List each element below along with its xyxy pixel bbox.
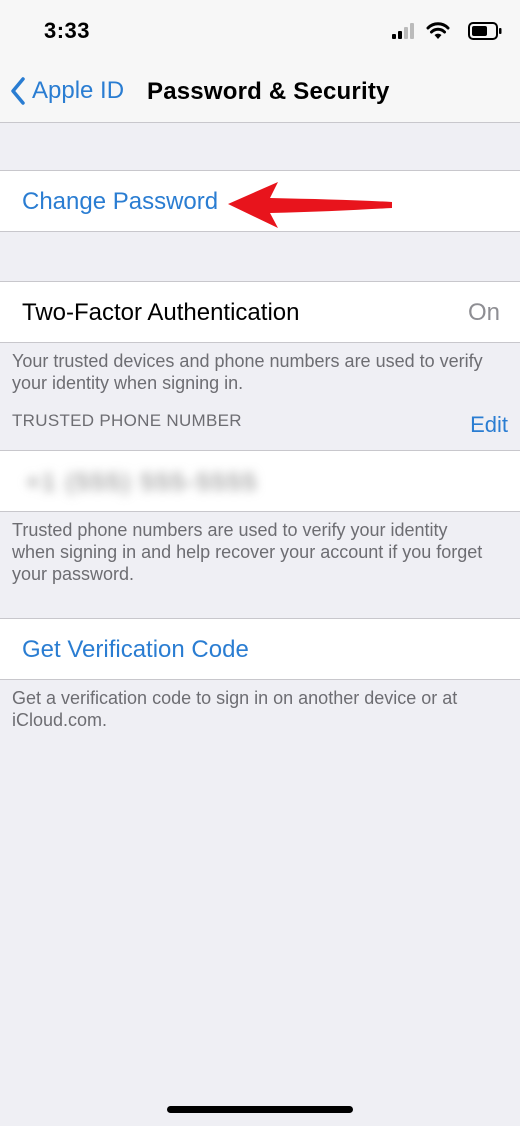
wifi-icon bbox=[426, 22, 450, 39]
get-verification-code-cell[interactable]: Get Verification Code bbox=[0, 618, 520, 680]
two-factor-cell[interactable]: Two-Factor Authentication On bbox=[0, 281, 520, 343]
two-factor-status: On bbox=[467, 299, 500, 326]
cellular-signal-icon bbox=[392, 23, 414, 39]
status-time: 3:33 bbox=[44, 18, 91, 43]
red-arrow-annotation bbox=[228, 182, 392, 228]
trusted-phone-header: TRUSTED PHONE NUMBER bbox=[12, 411, 242, 430]
trusted-phone-cell: +1 (555) 555-5555 bbox=[0, 450, 520, 512]
edit-button[interactable]: Edit bbox=[470, 412, 508, 438]
home-indicator[interactable] bbox=[167, 1106, 353, 1113]
phone-number: +1 (555) 555-5555 bbox=[26, 469, 259, 496]
change-password-label: Change Password bbox=[22, 188, 219, 215]
trusted-phone-footer: Trusted phone numbers are used to verify… bbox=[12, 520, 483, 584]
back-button-label: Apple ID bbox=[32, 77, 125, 104]
navigation-bar: Apple ID Password & Security bbox=[0, 60, 520, 123]
get-verification-code-label: Get Verification Code bbox=[22, 636, 249, 663]
status-bar: 3:33 bbox=[0, 0, 520, 60]
chevron-left-icon bbox=[11, 77, 25, 105]
page-title: Password & Security bbox=[147, 78, 390, 105]
back-button[interactable]: Apple ID bbox=[10, 74, 124, 108]
two-factor-footer: Your trusted devices and phone numbers a… bbox=[12, 351, 483, 393]
two-factor-label: Two-Factor Authentication bbox=[22, 299, 300, 326]
battery-icon bbox=[468, 22, 502, 40]
verification-code-footer: Get a verification code to sign in on an… bbox=[12, 688, 458, 730]
